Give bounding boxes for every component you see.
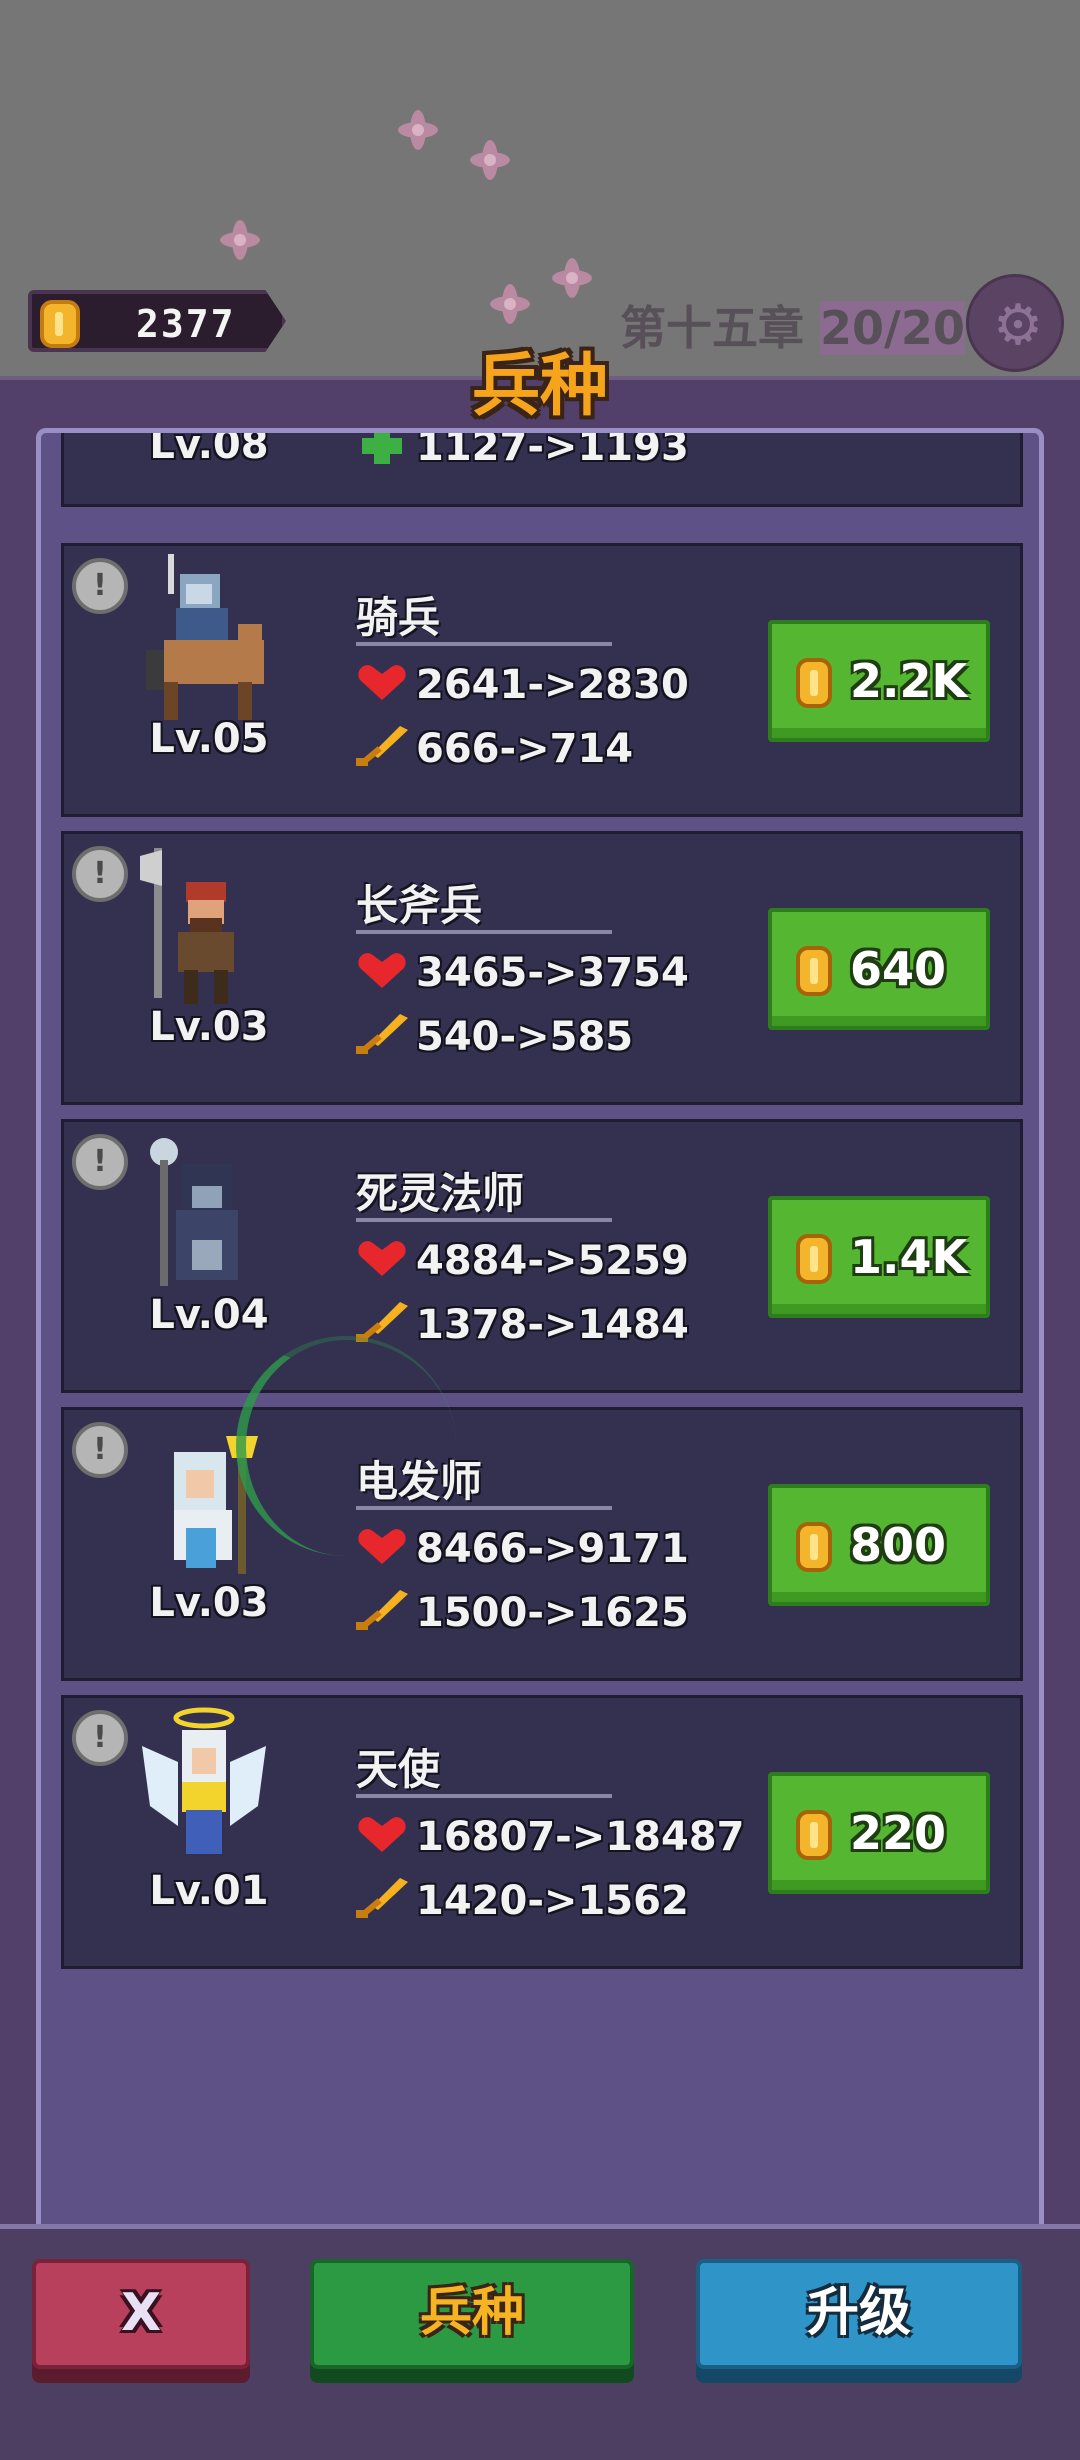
flower-decoration — [398, 110, 438, 150]
upgrade-tab-button[interactable]: 升级 — [696, 2259, 1022, 2369]
hp-value: 16807->18487 — [416, 1814, 745, 1860]
unit-name: 长斧兵 — [356, 881, 483, 930]
unit-level: Lv.01 — [149, 1868, 269, 1914]
unit-card: ! Lv.05 骑兵 2641->2830 666->714 2.2K — [61, 543, 1023, 817]
unit-card: ! Lv.01 天使 16807->18487 1420->1562 220 — [61, 1695, 1023, 1969]
hp-value: 4884->5259 — [416, 1238, 689, 1284]
upgrade-price-button[interactable]: 640 — [768, 908, 990, 1030]
attack-value: 1378->1484 — [416, 1302, 689, 1348]
info-icon[interactable]: ! — [72, 1422, 128, 1478]
name-underline — [356, 1218, 612, 1222]
attack-value: 540->585 — [416, 1014, 634, 1060]
unit-card: ! Lv.03 长斧兵 3465->3754 540->585 640 — [61, 831, 1023, 1105]
angel-portrait — [142, 1707, 266, 1854]
price-label: 1.4K — [850, 1230, 968, 1284]
name-underline — [356, 1794, 612, 1798]
flower-decoration — [490, 284, 530, 324]
heart-icon — [358, 953, 406, 988]
close-button[interactable]: X — [32, 2259, 250, 2369]
unit-card: ! Lv.04 死灵法师 4884->5259 1378->1484 1.4K — [61, 1119, 1023, 1393]
sword-icon — [356, 1302, 408, 1342]
heart-icon — [358, 1817, 406, 1852]
heart-icon — [358, 1241, 406, 1276]
attack-value: 666->714 — [416, 726, 634, 772]
unit-attack: 540->585 — [356, 1014, 633, 1060]
unit-hp: 2641->2830 — [356, 662, 689, 708]
hp-value: 8466->9171 — [416, 1526, 689, 1572]
hp-value: 2641->2830 — [416, 662, 689, 708]
unit-name: 骑兵 — [356, 593, 441, 642]
halberdier-portrait — [140, 848, 234, 1004]
cavalry-portrait — [146, 554, 264, 720]
upgrade-price-button[interactable]: 800 — [768, 1484, 990, 1606]
attack-value: 1500->1625 — [416, 1590, 689, 1636]
upgrade-price-button[interactable]: 2.2K — [768, 620, 990, 742]
necromancer-portrait — [150, 1138, 238, 1286]
flower-decoration — [470, 140, 510, 180]
price-label: 220 — [850, 1806, 947, 1860]
unit-stat: 1127->1193 — [356, 428, 689, 470]
unit-attack: 1420->1562 — [356, 1878, 689, 1924]
price-label: 640 — [850, 942, 947, 996]
unit-level: Lv.03 — [149, 1004, 269, 1050]
info-icon[interactable]: ! — [72, 846, 128, 902]
magic-swirl-effect — [236, 1336, 456, 1556]
unit-hp: 16807->18487 — [356, 1814, 744, 1860]
unit-hp: 3465->3754 — [356, 950, 689, 996]
price-label: 2.2K — [850, 654, 968, 708]
upgrade-price-button[interactable]: 220 — [768, 1772, 990, 1894]
flower-decoration — [552, 258, 592, 298]
unit-level: Lv.08 — [149, 428, 269, 468]
coin-icon — [796, 1234, 832, 1284]
heart-icon — [358, 665, 406, 700]
coin-icon — [796, 658, 832, 708]
panel-title: 兵种 — [471, 347, 608, 426]
plus-icon — [362, 433, 402, 464]
sword-icon — [356, 1014, 408, 1054]
name-underline — [356, 930, 612, 934]
info-icon[interactable]: ! — [72, 1710, 128, 1766]
price-label: 800 — [850, 1518, 947, 1572]
info-icon[interactable]: ! — [72, 1134, 128, 1190]
unit-attack: 1378->1484 — [356, 1302, 689, 1348]
unit-list[interactable]: Lv.08 1127->1193 ! Lv.05 骑兵 2641->2830 6… — [36, 428, 1044, 2238]
coin-icon — [796, 946, 832, 996]
upgrade-price-button[interactable]: 1.4K — [768, 1196, 990, 1318]
troops-tab-button[interactable]: 兵种 — [310, 2259, 634, 2369]
unit-attack: 1500->1625 — [356, 1590, 689, 1636]
attack-value: 1420->1562 — [416, 1878, 689, 1924]
coin-icon — [796, 1810, 832, 1860]
info-icon[interactable]: ! — [72, 558, 128, 614]
unit-level: Lv.04 — [149, 1292, 269, 1338]
unit-card: ! Lv.03 电发师 8466->9171 1500->1625 800 — [61, 1407, 1023, 1681]
flower-decoration — [220, 220, 260, 260]
stat-value: 1127->1193 — [416, 428, 689, 470]
unit-level: Lv.03 — [149, 1580, 269, 1626]
unit-card: Lv.08 1127->1193 — [61, 428, 1023, 507]
sword-icon — [356, 726, 408, 766]
name-underline — [356, 642, 612, 646]
unit-attack: 666->714 — [356, 726, 633, 772]
unit-hp: 4884->5259 — [356, 1238, 689, 1284]
coin-icon — [796, 1522, 832, 1572]
unit-name: 死灵法师 — [356, 1169, 525, 1218]
sword-icon — [356, 1878, 408, 1918]
unit-name: 天使 — [356, 1745, 441, 1794]
bottom-bar: X 兵种 升级 — [0, 2224, 1080, 2460]
hp-value: 3465->3754 — [416, 950, 689, 996]
unit-level: Lv.05 — [149, 716, 269, 762]
sword-icon — [356, 1590, 408, 1630]
